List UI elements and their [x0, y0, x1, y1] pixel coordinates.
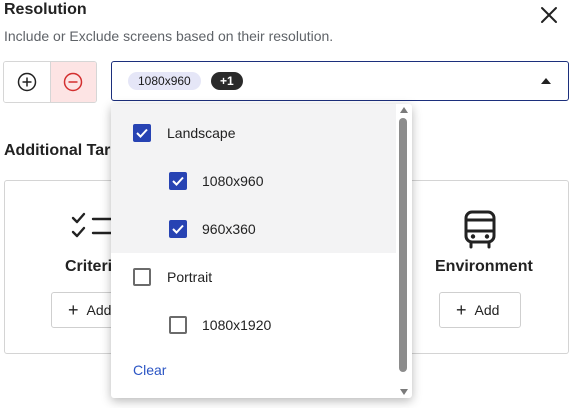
- option-1080x960[interactable]: 1080x960: [111, 159, 396, 203]
- scroll-down-arrow-icon[interactable]: [400, 389, 408, 395]
- exclude-button[interactable]: [50, 62, 96, 102]
- dialog-subtitle: Include or Exclude screens based on thei…: [4, 28, 334, 44]
- option-label: 1080x1920: [202, 317, 272, 333]
- checkbox[interactable]: [169, 220, 187, 238]
- plus-icon: +: [456, 299, 467, 320]
- environment-label: Environment: [435, 258, 533, 275]
- scroll-up-arrow-icon[interactable]: [400, 107, 408, 113]
- plus-icon: +: [68, 299, 79, 320]
- option-1080x1920[interactable]: 1080x1920: [111, 303, 396, 347]
- dropdown-scrollbar[interactable]: [396, 104, 412, 398]
- scrollbar-thumb[interactable]: [399, 118, 407, 372]
- resolution-select[interactable]: 1080x960 +1: [111, 61, 569, 101]
- include-exclude-toggle: [3, 61, 97, 103]
- option-landscape[interactable]: Landscape: [111, 111, 396, 155]
- option-label: Landscape: [167, 125, 236, 141]
- checkbox[interactable]: [169, 316, 187, 334]
- option-960x360[interactable]: 960x360: [111, 207, 396, 251]
- option-label: 1080x960: [202, 173, 264, 189]
- environment-add-button[interactable]: + Add: [439, 292, 521, 328]
- check-icon: [172, 176, 184, 186]
- checkbox[interactable]: [133, 268, 151, 286]
- option-portrait[interactable]: Portrait: [111, 255, 396, 299]
- selected-chip: 1080x960: [128, 72, 201, 90]
- checkbox[interactable]: [169, 172, 187, 190]
- close-button[interactable]: [537, 3, 561, 27]
- criteria-label: Criteri: [65, 258, 113, 275]
- minus-circle-icon: [64, 72, 83, 92]
- criteria-add-label: Add: [86, 302, 112, 318]
- checklist-icon: [71, 212, 115, 238]
- more-count-badge: +1: [211, 72, 243, 90]
- clear-link[interactable]: Clear: [133, 362, 166, 378]
- option-label: Portrait: [167, 269, 213, 285]
- environment-add-label: Add: [474, 302, 500, 318]
- include-button[interactable]: [4, 62, 51, 102]
- resolution-dropdown: Landscape 1080x960 960x360 Portrait 1080…: [111, 104, 412, 398]
- close-icon: [541, 7, 557, 23]
- dialog-title: Resolution: [4, 1, 87, 18]
- check-icon: [136, 128, 148, 138]
- option-label: 960x360: [202, 221, 256, 237]
- caret-up-icon[interactable]: [541, 78, 551, 84]
- checkbox[interactable]: [133, 124, 151, 142]
- check-icon: [172, 224, 184, 234]
- plus-circle-icon: [17, 72, 36, 92]
- additional-targeting-label: Additional Targ: [4, 142, 121, 159]
- bus-icon: [464, 210, 496, 249]
